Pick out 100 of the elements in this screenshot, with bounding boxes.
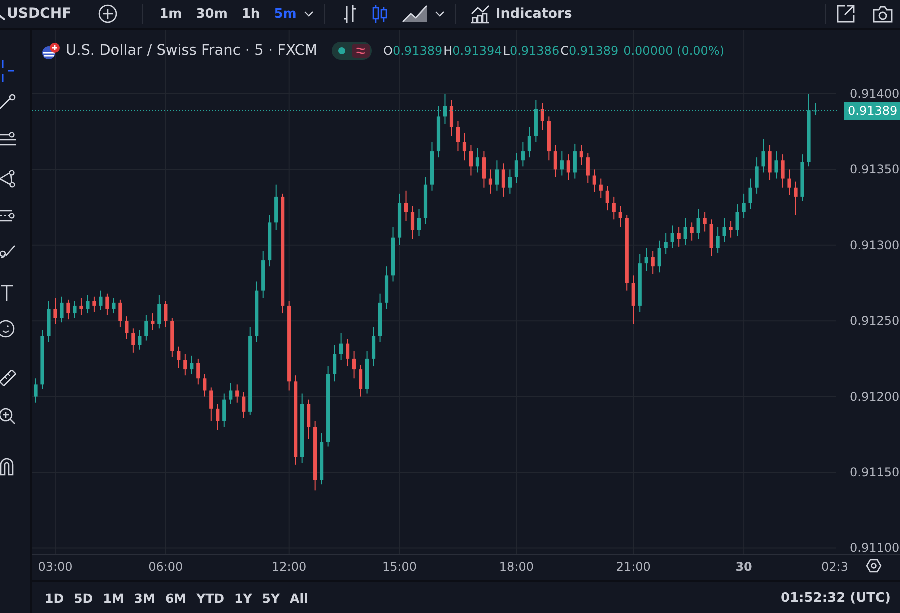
range-button[interactable]: All: [285, 591, 314, 606]
candle: [755, 157, 759, 194]
smiley-icon[interactable]: [0, 320, 16, 338]
magnet-icon[interactable]: [0, 458, 14, 476]
candle: [274, 184, 278, 231]
ohlc-label: O: [384, 44, 393, 58]
candle: [398, 193, 402, 246]
candle: [599, 178, 603, 199]
interval-button[interactable]: 1h: [234, 6, 268, 22]
candle: [125, 316, 129, 340]
range-button[interactable]: 3M: [129, 591, 160, 606]
pattern-icon[interactable]: [0, 170, 16, 188]
ohlc-value: 0.91389: [392, 44, 443, 58]
candle: [736, 204, 740, 237]
range-button[interactable]: 1Y: [230, 591, 258, 606]
add-symbol-icon[interactable]: [98, 4, 118, 24]
candle: [210, 387, 214, 422]
candle: [268, 214, 272, 268]
candle: [560, 151, 564, 176]
candle: [54, 298, 58, 325]
candle: [99, 290, 103, 311]
approximate-data-icon: [352, 44, 370, 58]
range-button[interactable]: YTD: [192, 591, 230, 606]
time-tick-label: 02:3: [822, 560, 848, 574]
camera-icon[interactable]: [872, 5, 894, 23]
zoom-in-icon[interactable]: [0, 408, 16, 426]
trend-line-icon[interactable]: [0, 94, 16, 110]
indicators-icon: [470, 4, 490, 24]
candle: [508, 169, 512, 194]
symbol-title: U.S. Dollar / Swiss Franc · 5 · FXCM: [66, 43, 318, 59]
candle: [748, 178, 752, 210]
candle: [86, 294, 90, 314]
candle: [424, 176, 428, 225]
time-tick-label: 30: [736, 560, 752, 574]
time-tick-label: 12:00: [272, 560, 307, 574]
candle: [158, 294, 162, 330]
candle: [112, 298, 116, 314]
range-button[interactable]: 1D: [40, 591, 70, 606]
candle: [742, 193, 746, 219]
range-button[interactable]: 6M: [160, 591, 192, 606]
candle: [365, 350, 370, 394]
candle: [502, 163, 506, 198]
candle: [482, 151, 486, 188]
candle: [190, 355, 194, 375]
candles-icon[interactable]: [372, 4, 388, 24]
brush-icon[interactable]: [0, 244, 16, 260]
area-chart-icon[interactable]: [402, 4, 428, 24]
caret-icon[interactable]: [434, 11, 445, 17]
candle: [307, 399, 311, 440]
candle: [781, 154, 785, 188]
ohlc-value: 0.91394: [452, 44, 502, 58]
candle: [794, 181, 798, 216]
candle: [690, 222, 694, 242]
candle: [222, 393, 226, 428]
share-icon[interactable]: [836, 4, 856, 24]
candle: [177, 346, 181, 369]
candle: [644, 248, 648, 272]
time-tick-label: 15:00: [382, 560, 418, 574]
horizontal-lines-icon[interactable]: [0, 132, 16, 148]
candle: [554, 144, 558, 178]
ohlc-label: L: [503, 44, 510, 58]
candle: [184, 354, 188, 376]
interval-button[interactable]: 5m: [267, 6, 304, 22]
ohlc-value: 0.91386: [510, 44, 560, 58]
candle: [800, 154, 804, 202]
price-change: 0.00000 (0.00%): [624, 44, 725, 58]
candle: [703, 212, 707, 232]
prediction-lines-icon[interactable]: [0, 208, 16, 224]
interval-button[interactable]: 30m: [189, 6, 235, 22]
candle: [774, 151, 778, 180]
range-button[interactable]: 5Y: [257, 591, 286, 606]
candle: [436, 106, 441, 158]
candle: [514, 152, 518, 184]
symbol-search-button[interactable]: USDCHF: [7, 6, 72, 22]
candle: [372, 326, 376, 368]
interval-button[interactable]: 1m: [152, 6, 190, 22]
candle: [495, 160, 499, 192]
candle: [521, 142, 525, 168]
candle: [488, 169, 492, 194]
ohlc-label: H: [444, 44, 453, 58]
candle: [203, 374, 207, 398]
currency-flag-icon: [41, 42, 61, 60]
candle: [476, 148, 480, 174]
indicators-button[interactable]: Indicators: [466, 4, 576, 24]
crosshair-icon[interactable]: [0, 60, 14, 82]
range-button[interactable]: 1M: [98, 591, 130, 606]
clock-label: 01:52:32 (UTC): [780, 591, 891, 606]
candle: [618, 206, 622, 228]
text-tool-icon[interactable]: [0, 284, 14, 302]
time-tick-label: 06:00: [148, 560, 184, 574]
candle: [60, 296, 64, 324]
time-tick-label: 18:00: [499, 560, 534, 574]
caret-icon[interactable]: [304, 11, 314, 17]
candle: [788, 169, 792, 196]
ruler-icon[interactable]: [0, 370, 16, 386]
candle: [528, 126, 532, 158]
bars-icon[interactable]: [342, 4, 358, 24]
candle: [164, 300, 168, 328]
settings-icon[interactable]: [866, 559, 882, 573]
range-button[interactable]: 5D: [69, 591, 98, 606]
